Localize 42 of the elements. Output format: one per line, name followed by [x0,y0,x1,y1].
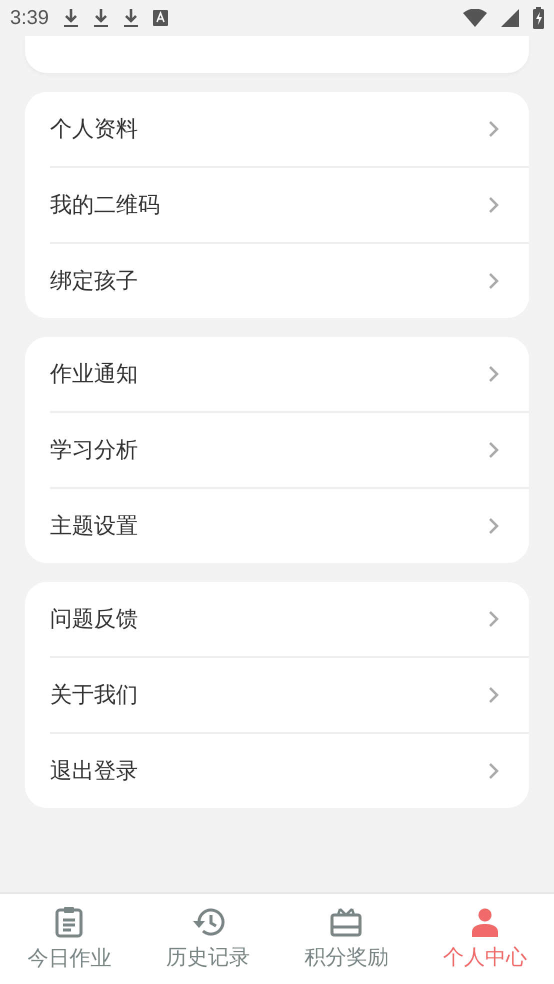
menu-item-label: 关于我们 [50,682,139,710]
chevron-right-icon [488,365,499,383]
menu-item-label: 问题反馈 [50,606,139,634]
chevron-right-icon [488,762,499,780]
keyboard-app-icon [152,10,168,26]
chevron-right-icon [488,272,499,290]
nav-tab[interactable]: 今日作业 [0,894,138,984]
download-icon [62,8,79,28]
menu-item-label: 作业通知 [50,361,139,389]
battery-icon [533,7,544,29]
chevron-right-icon [488,441,499,459]
menu-item-label: 绑定孩子 [50,268,139,296]
signal-icon [501,9,519,27]
menu-item-label: 主题设置 [50,513,139,541]
menu-item[interactable]: 问题反馈 [25,582,529,656]
menu-item[interactable]: 学习分析 [50,411,529,487]
menu-item-label: 退出登录 [50,758,139,786]
nav-tab[interactable]: 积分奖励 [277,894,416,984]
download-icon [122,8,139,28]
status-time: 3:39 [10,6,49,30]
menu-item-label: 学习分析 [50,437,139,465]
gift-icon [330,907,362,937]
chevron-right-icon [488,517,499,535]
clipboard-icon [54,906,84,938]
wifi-icon [463,9,487,27]
menu-item[interactable]: 主题设置 [50,487,529,563]
menu-item-label: 我的二维码 [50,192,161,220]
history-icon [190,907,225,937]
chevron-right-icon [488,120,499,138]
menu-item-label: 个人资料 [50,116,139,144]
menu-item[interactable]: 作业通知 [25,337,529,411]
menu-item[interactable]: 绑定孩子 [50,242,529,318]
nav-tab[interactable]: 历史记录 [138,894,277,984]
menu-item[interactable]: 个人资料 [25,92,529,166]
menu-item[interactable]: 关于我们 [50,656,529,732]
chevron-right-icon [488,686,499,704]
chevron-right-icon [488,610,499,628]
person-icon [470,907,500,937]
chevron-right-icon [488,196,499,214]
menu-item[interactable]: 我的二维码 [50,166,529,242]
download-icon [92,8,109,28]
menu-item[interactable]: 退出登录 [50,732,529,808]
